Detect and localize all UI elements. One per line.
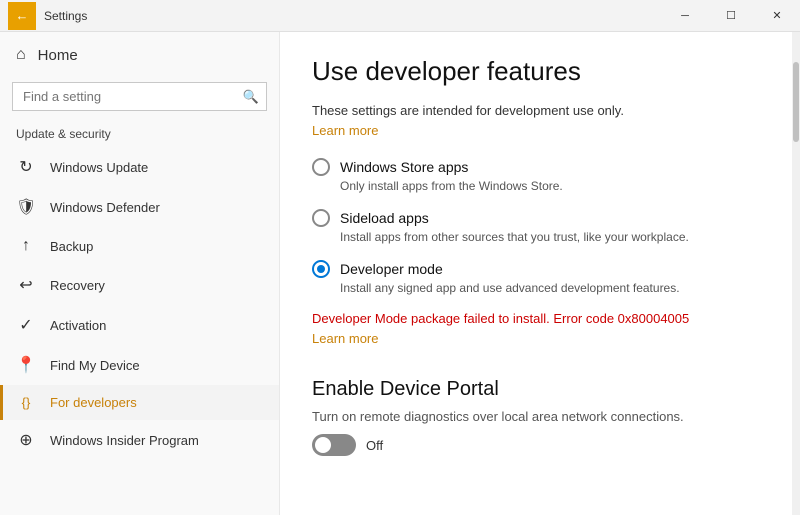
sidebar: ⌂ Home 🔍 Update & security ↻ Windows Upd… <box>0 32 280 515</box>
page-title: Use developer features <box>312 56 760 87</box>
recovery-icon: ↩ <box>16 275 36 295</box>
radio-item-windows-store: Windows Store apps Only install apps fro… <box>312 158 760 193</box>
backup-icon: ↑ <box>16 237 36 255</box>
maximize-button[interactable]: ☐ <box>708 0 754 32</box>
content-area: Use developer features These settings ar… <box>280 32 792 515</box>
radio-label-developer-mode: Developer mode <box>340 261 443 277</box>
titlebar-left: ← Settings <box>8 2 87 30</box>
sidebar-home-label: Home <box>38 47 78 64</box>
minimize-icon: ─ <box>681 10 689 22</box>
sidebar-item-recovery[interactable]: ↩ Recovery <box>0 265 279 305</box>
page-description: These settings are intended for developm… <box>312 103 760 118</box>
maximize-icon: ☐ <box>726 9 736 22</box>
search-icon: 🔍 <box>243 89 259 105</box>
windows-update-icon: ↻ <box>16 157 36 177</box>
sidebar-item-backup[interactable]: ↑ Backup <box>0 227 279 265</box>
toggle-thumb <box>315 437 331 453</box>
learn-more-link-2[interactable]: Learn more <box>312 331 378 346</box>
sidebar-item-windows-defender[interactable]: 🛡 Windows Defender <box>0 187 279 227</box>
radio-desc-windows-store: Only install apps from the Windows Store… <box>340 179 760 193</box>
error-message: Developer Mode package failed to install… <box>312 311 760 326</box>
windows-insider-icon: ⊕ <box>16 430 36 450</box>
sidebar-label-activation: Activation <box>50 318 106 333</box>
radio-desc-sideload: Install apps from other sources that you… <box>340 230 760 244</box>
titlebar-title: Settings <box>44 9 87 23</box>
radio-group: Windows Store apps Only install apps fro… <box>312 158 760 311</box>
main-container: ⌂ Home 🔍 Update & security ↻ Windows Upd… <box>0 32 800 515</box>
toggle-label: Off <box>366 438 383 453</box>
radio-item-sideload: Sideload apps Install apps from other so… <box>312 209 760 244</box>
titlebar: ← Settings ─ ☐ ✕ <box>0 0 800 32</box>
sidebar-search: 🔍 <box>12 82 267 111</box>
activation-icon: ✓ <box>16 315 36 335</box>
close-icon: ✕ <box>772 9 781 22</box>
radio-desc-developer-mode: Install any signed app and use advanced … <box>340 281 760 295</box>
back-button[interactable]: ← <box>8 2 36 30</box>
radio-row-sideload: Sideload apps <box>312 209 760 227</box>
radio-row-windows-store: Windows Store apps <box>312 158 760 176</box>
sidebar-label-recovery: Recovery <box>50 278 105 293</box>
portal-heading: Enable Device Portal <box>312 378 760 401</box>
sidebar-item-home[interactable]: ⌂ Home <box>0 32 279 78</box>
toggle-row: Off <box>312 434 760 456</box>
sidebar-item-find-my-device[interactable]: 📍 Find My Device <box>0 345 279 385</box>
sidebar-label-windows-insider: Windows Insider Program <box>50 433 199 448</box>
radio-windows-store[interactable] <box>312 158 330 176</box>
sidebar-item-windows-update[interactable]: ↻ Windows Update <box>0 147 279 187</box>
sidebar-item-for-developers[interactable]: {} For developers <box>0 385 279 420</box>
search-input[interactable] <box>12 82 267 111</box>
sidebar-section-label: Update & security <box>0 123 279 147</box>
sidebar-label-backup: Backup <box>50 239 93 254</box>
sidebar-item-windows-insider[interactable]: ⊕ Windows Insider Program <box>0 420 279 460</box>
scrollbar-thumb[interactable] <box>793 62 799 142</box>
radio-label-sideload: Sideload apps <box>340 210 429 226</box>
home-icon: ⌂ <box>16 46 26 64</box>
for-developers-icon: {} <box>16 395 36 410</box>
sidebar-label-find-my-device: Find My Device <box>50 358 140 373</box>
scrollbar-track[interactable] <box>792 32 800 515</box>
back-icon: ← <box>16 8 29 23</box>
learn-more-link-1[interactable]: Learn more <box>312 123 378 138</box>
radio-developer-mode[interactable] <box>312 260 330 278</box>
windows-defender-icon: 🛡 <box>16 197 36 217</box>
radio-label-windows-store: Windows Store apps <box>340 159 468 175</box>
find-my-device-icon: 📍 <box>16 355 36 375</box>
sidebar-label-windows-defender: Windows Defender <box>50 200 160 215</box>
sidebar-item-activation[interactable]: ✓ Activation <box>0 305 279 345</box>
sidebar-label-for-developers: For developers <box>50 395 137 410</box>
sidebar-label-windows-update: Windows Update <box>50 160 148 175</box>
titlebar-controls: ─ ☐ ✕ <box>662 0 800 32</box>
close-button[interactable]: ✕ <box>754 0 800 32</box>
minimize-button[interactable]: ─ <box>662 0 708 32</box>
radio-row-developer-mode: Developer mode <box>312 260 760 278</box>
portal-description: Turn on remote diagnostics over local ar… <box>312 409 760 424</box>
radio-sideload[interactable] <box>312 209 330 227</box>
device-portal-toggle[interactable] <box>312 434 356 456</box>
radio-item-developer-mode: Developer mode Install any signed app an… <box>312 260 760 295</box>
